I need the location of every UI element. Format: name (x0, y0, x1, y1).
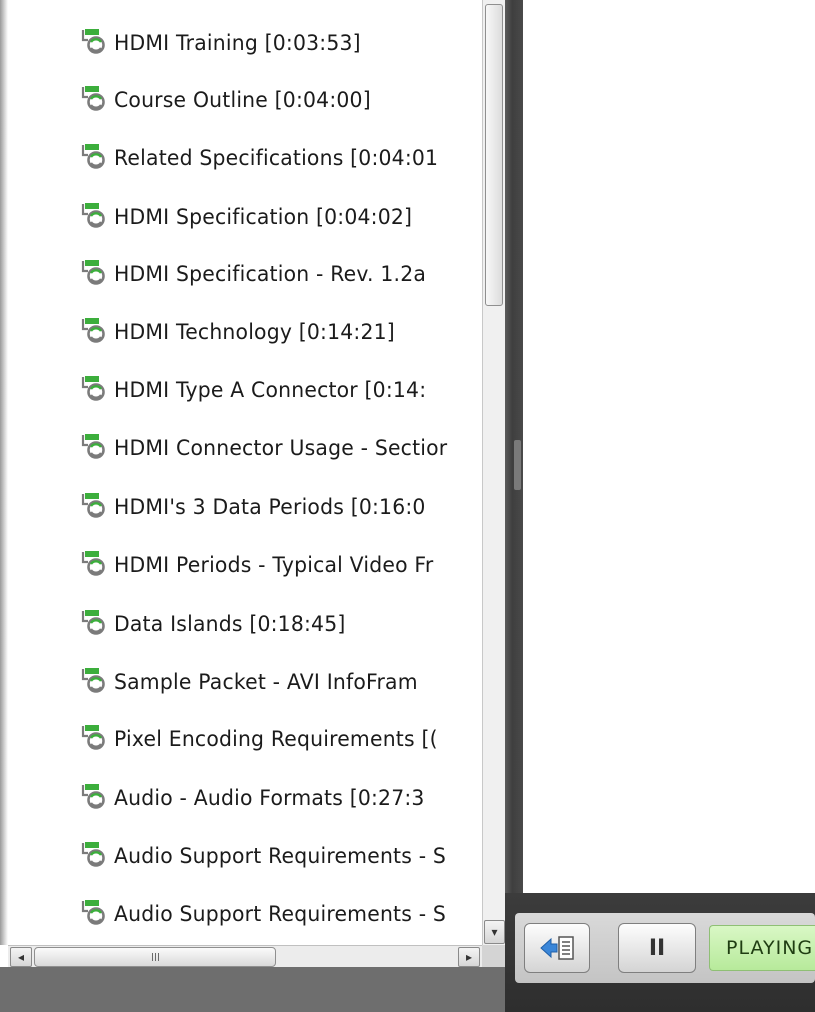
outline-item[interactable]: Audio Support Requirements - S (80, 836, 456, 876)
slide-refresh-icon (81, 551, 105, 576)
outline-item[interactable]: HDMI's 3 Data Periods [0:16:0 (80, 487, 435, 527)
slide-refresh-icon (81, 900, 105, 925)
outline-item[interactable]: HDMI Technology [0:14:21] (80, 312, 404, 352)
outline-item-label: Pixel Encoding Requirements [( (114, 727, 438, 751)
outline-item[interactable]: Sample Packet - AVI InfoFram (80, 662, 427, 702)
scroll-left-button[interactable]: ◂ (10, 947, 32, 967)
vertical-scroll-thumb[interactable] (485, 4, 503, 306)
slide-refresh-icon (81, 260, 105, 285)
outline-item-label: HDMI Connector Usage - Sectior (114, 436, 448, 460)
chevron-down-icon: ▾ (491, 925, 498, 939)
slide-refresh-icon (81, 86, 105, 111)
pause-button[interactable]: II (618, 923, 696, 973)
outline-item[interactable]: HDMI Connector Usage - Sectior (80, 428, 458, 468)
outline-item-label: Audio Support Requirements - S (114, 902, 447, 926)
outline-item[interactable]: HDMI Periods - Typical Video Fr (80, 545, 443, 585)
slide-refresh-icon (81, 610, 105, 635)
outline-item[interactable]: Related Specifications [0:04:01 (80, 138, 448, 178)
outline-item[interactable]: Pixel Encoding Requirements [( (80, 719, 448, 759)
slide-refresh-icon (81, 318, 105, 343)
outline-item[interactable]: HDMI Type A Connector [0:14: (80, 370, 436, 410)
pause-icon: II (648, 935, 666, 961)
outline-item[interactable]: HDMI Training [0:03:53] (80, 23, 368, 63)
scroll-right-button[interactable]: ▸ (458, 947, 480, 967)
playback-status: PLAYING (709, 925, 815, 971)
outline-item-label: Audio - Audio Formats [0:27:3 (114, 786, 425, 810)
outline-item[interactable]: HDMI Specification - Rev. 1.2a (80, 254, 436, 294)
outline-item-label: HDMI Periods - Typical Video Fr (114, 553, 434, 577)
scroll-down-button[interactable]: ▾ (484, 920, 505, 944)
outline-item-label: Related Specifications [0:04:01 (114, 146, 439, 170)
outline-item-label: HDMI Specification - Rev. 1.2a (114, 262, 427, 286)
slide-refresh-icon (81, 376, 105, 401)
outline-item[interactable]: Audio Support Requirements - S (80, 894, 456, 934)
outline-item-label: HDMI Training [0:03:53] (114, 31, 361, 55)
slide-refresh-icon (81, 725, 105, 750)
panel-left-shadow (0, 0, 8, 945)
slide-viewer (523, 0, 815, 893)
outline-item-label: Sample Packet - AVI InfoFram (114, 670, 418, 694)
player-control-bar: II PLAYING (505, 893, 815, 1012)
outline-item-label: Data Islands [0:18:45] (114, 612, 346, 636)
outline-item[interactable]: HDMI Specification [0:04:02] (80, 197, 421, 237)
outline-item[interactable]: Course Outline [0:04:00] (80, 80, 379, 120)
outline-item-label: HDMI's 3 Data Periods [0:16:0 (114, 495, 426, 519)
toc-toggle-icon (540, 936, 574, 960)
chevron-left-icon: ◂ (17, 950, 25, 964)
outline-item-label: HDMI Type A Connector [0:14: (114, 378, 427, 402)
outline-item[interactable]: Audio - Audio Formats [0:27:3 (80, 778, 434, 818)
slide-refresh-icon (81, 434, 105, 459)
slide-refresh-icon (81, 842, 105, 867)
outline-item-label: HDMI Technology [0:14:21] (114, 320, 395, 344)
grip-icon (151, 953, 159, 961)
outline-panel: HDMI Training [0:03:53] Course Outline [0… (0, 0, 482, 945)
horizontal-scrollbar[interactable]: ◂ ▸ (8, 945, 482, 969)
chevron-right-icon: ▸ (465, 950, 473, 964)
slide-refresh-icon (81, 668, 105, 693)
slide-refresh-icon (81, 784, 105, 809)
vertical-scrollbar[interactable]: ▾ (482, 0, 506, 945)
slide-refresh-icon (81, 29, 105, 54)
scrollbar-corner (482, 945, 506, 967)
control-panel: II PLAYING (515, 913, 815, 983)
horizontal-scroll-thumb[interactable] (34, 947, 276, 967)
outline-item-label: Course Outline [0:04:00] (114, 88, 371, 112)
panel-divider[interactable] (505, 0, 523, 1012)
slide-refresh-icon (81, 144, 105, 169)
slide-refresh-icon (81, 203, 105, 228)
slide-refresh-icon (81, 493, 105, 518)
toc-toggle-button[interactable] (524, 923, 590, 973)
outline-item-label: HDMI Specification [0:04:02] (114, 205, 413, 229)
outline-item[interactable]: Data Islands [0:18:45] (80, 604, 353, 644)
outline-item-label: Audio Support Requirements - S (114, 844, 447, 868)
divider-handle[interactable] (514, 440, 521, 490)
